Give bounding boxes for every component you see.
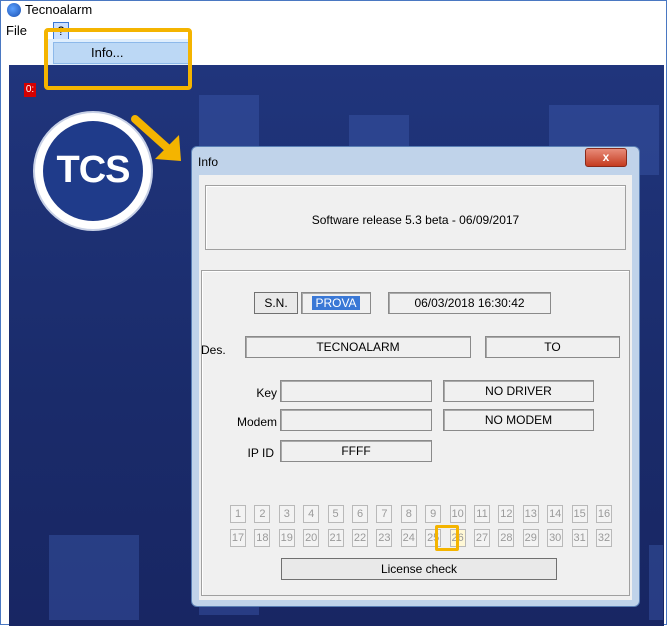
channel-button-1[interactable]: 1 [230,505,246,523]
channel-button-16[interactable]: 16 [596,505,612,523]
channel-button-9[interactable]: 9 [425,505,442,523]
channel-button-12[interactable]: 12 [498,505,515,523]
channel-button-17[interactable]: 17 [230,529,246,547]
details-panel [201,270,630,596]
callout-highlight-26 [435,525,459,551]
channel-button-27[interactable]: 27 [474,529,490,547]
channel-button-24[interactable]: 24 [400,529,417,547]
close-icon: x [602,150,610,164]
channel-button-13[interactable]: 13 [522,505,539,523]
channel-button-15[interactable]: 15 [571,505,588,523]
channel-button-11[interactable]: 11 [474,505,490,523]
modem-label: Modem [236,415,277,429]
channel-button-3[interactable]: 3 [278,505,295,523]
title-bar: Tecnoalarm [1,1,666,20]
info-dialog: Info x Software release 5.3 beta - 06/09… [191,146,640,607]
channel-button-8[interactable]: 8 [400,505,417,523]
channel-button-32[interactable]: 32 [596,529,612,547]
channel-button-28[interactable]: 28 [498,529,515,547]
status-indicator: 0: [24,83,36,97]
app-logo-icon [7,3,21,17]
channel-button-22[interactable]: 22 [352,529,368,547]
key-label: Key [256,386,277,400]
channel-button-23[interactable]: 23 [376,529,393,547]
key-field[interactable] [280,380,432,402]
logo-text: TCS [56,149,131,191]
sn-field[interactable]: PROVA [301,292,371,314]
ipid-field[interactable]: FFFF [280,440,432,462]
channel-button-18[interactable]: 18 [254,529,271,547]
channel-button-2[interactable]: 2 [254,505,271,523]
ipid-label: IP ID [247,446,274,460]
key-status-field: NO DRIVER [443,380,594,402]
license-check-button[interactable]: License check [281,558,557,580]
callout-highlight-menu [44,28,192,90]
channel-button-21[interactable]: 21 [327,529,344,547]
des-code-field[interactable]: TO [485,336,620,358]
datetime-field: 06/03/2018 16:30:42 [388,292,551,314]
channel-button-14[interactable]: 14 [547,505,564,523]
channel-button-6[interactable]: 6 [352,505,368,523]
channel-button-30[interactable]: 30 [547,529,564,547]
channel-button-20[interactable]: 20 [303,529,320,547]
modem-field[interactable] [280,409,432,431]
des-field[interactable]: TECNOALARM [245,336,471,358]
close-button[interactable]: x [585,148,627,167]
channel-button-31[interactable]: 31 [571,529,588,547]
menu-file[interactable]: File [6,23,27,38]
app-title: Tecnoalarm [25,2,93,17]
background-graphic [49,535,139,620]
dialog-body: Software release 5.3 beta - 06/09/2017 S… [199,175,632,600]
app-window: Tecnoalarm File ? 0: TCS Info... Info x … [0,0,667,626]
sn-value: PROVA [312,296,360,310]
background-graphic [649,545,663,620]
arrow-icon [131,115,181,161]
channel-button-5[interactable]: 5 [327,505,344,523]
des-label: Des. [201,343,226,357]
software-release-text: Software release 5.3 beta - 06/09/2017 [311,213,520,227]
dialog-title: Info [198,155,219,169]
sn-button[interactable]: S.N. [254,292,298,314]
channel-button-29[interactable]: 29 [522,529,539,547]
modem-status-field: NO MODEM [443,409,594,431]
channel-button-4[interactable]: 4 [303,505,320,523]
channel-button-19[interactable]: 19 [278,529,295,547]
channel-button-10[interactable]: 10 [449,505,466,523]
channel-button-7[interactable]: 7 [376,505,393,523]
